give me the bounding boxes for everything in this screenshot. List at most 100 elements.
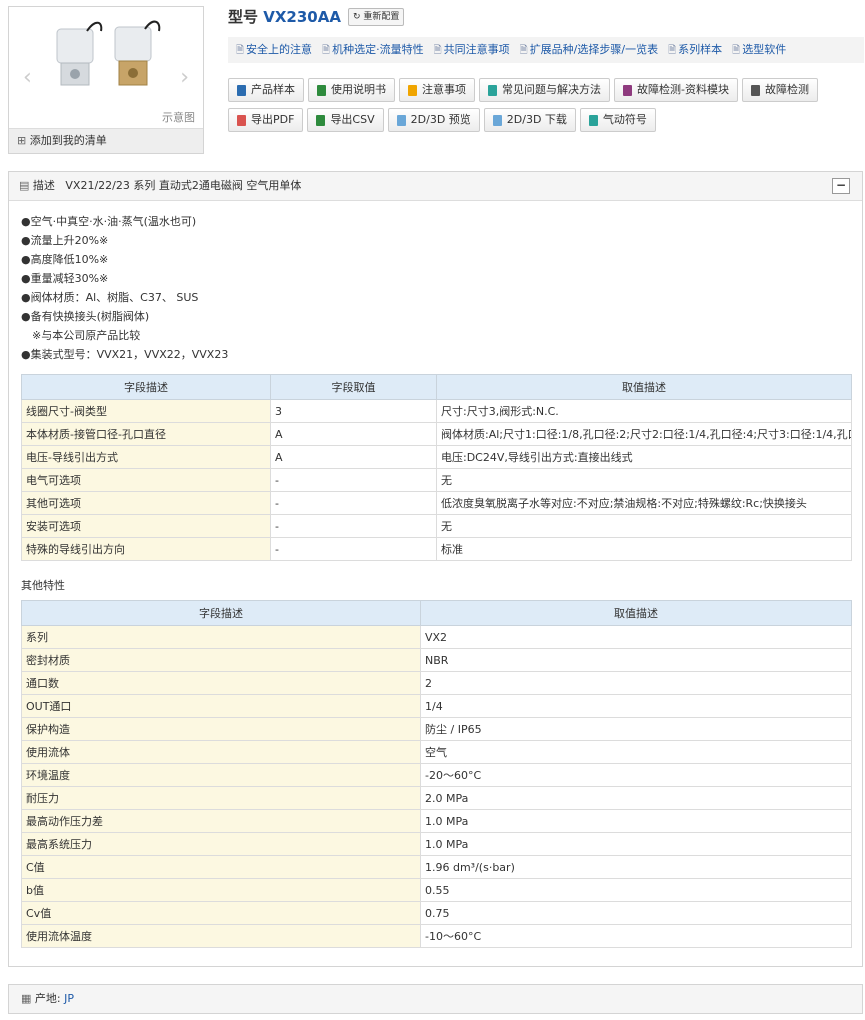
origin-label: 产地: (34, 992, 61, 1005)
doc-link[interactable]: 🗎 系列样本 (668, 43, 722, 56)
table-cell: 0.75 (420, 901, 852, 925)
toolbar-button[interactable]: 导出CSV (307, 108, 384, 132)
table-row: 通口数 2 (21, 671, 852, 695)
doc-link[interactable]: 🗎 选型软件 (732, 43, 786, 56)
toolbar-button-label: 故障检测-资料模块 (637, 83, 729, 96)
model-value: VX230AA (263, 8, 341, 26)
feature-item: ●阀体材质：Al、树脂、C37、 SUS (21, 291, 199, 304)
feature-item: ●高度降低10%※ (21, 253, 109, 266)
table-cell: 环境温度 (21, 763, 421, 787)
feature-item: ●重量减轻30%※ (21, 272, 109, 285)
table-header-row: 字段描述 字段取值 取值描述 (21, 374, 852, 400)
table-row: 保护构造 防尘 / IP65 (21, 717, 852, 741)
doc-link[interactable]: 🗎 安全上的注意 (236, 43, 312, 56)
table-row: b值 0.55 (21, 878, 852, 902)
table-cell: 耐压力 (21, 786, 421, 810)
table-cell: 系列 (21, 625, 421, 649)
column-header: 字段取值 (270, 374, 437, 400)
table-cell: 使用流体 (21, 740, 421, 764)
table-cell: 无 (436, 468, 852, 492)
toolbar-button[interactable]: 使用说明书 (308, 78, 395, 102)
toolbar-button[interactable]: 注意事项 (399, 78, 475, 102)
toolbar-button[interactable]: 故障检测-资料模块 (614, 78, 738, 102)
table-row: 最高动作压力差 1.0 MPa (21, 809, 852, 833)
spec-table: 字段描述 字段取值 取值描述 线圈尺寸-阀类型 3 尺寸:尺寸3,阀形式:N.C. 本体材质… (21, 374, 852, 561)
table-cell: 阀体材质:Al;尺寸1:口径:1/8,孔口径:2;尺寸2:口径:1/4,孔口径:… (436, 422, 852, 446)
toolbar-button-label: 产品样本 (251, 83, 295, 96)
table-cell: 电压:DC24V,导线引出方式:直接出线式 (436, 445, 852, 469)
column-header: 取值描述 (420, 600, 852, 626)
toolbar-button[interactable]: 故障检测 (741, 78, 818, 102)
add-to-list-button[interactable]: ⊞ 添加到我的清单 (9, 128, 203, 153)
origin-bar: ▦ 产地: JP (8, 984, 863, 1014)
toolbar-button[interactable]: 2D/3D 预览 (387, 108, 480, 132)
toolbar-button-label: 导出PDF (251, 113, 295, 126)
pdf-doc-icon: 🗎 (732, 45, 741, 56)
pdf-doc-icon: 🗎 (236, 45, 245, 56)
collapse-button[interactable]: − (832, 178, 850, 194)
document-icon: ▤ (19, 179, 30, 192)
feature-item: ●空气·中真空·水·油·蒸气(温水也可) (21, 215, 197, 228)
table-row: 密封材质 NBR (21, 648, 852, 672)
origin-icon: ▦ (21, 992, 32, 1005)
table-cell: C值 (21, 855, 421, 879)
toolbar-button[interactable]: 气动符号 (579, 108, 656, 132)
table-cell: 0.55 (420, 878, 852, 902)
reset-config-button[interactable]: ↻ 重新配置 (348, 8, 405, 26)
table-row: 系列 VX2 (21, 625, 852, 649)
table-cell: 低浓度臭氧脱离子水等对应:不对应;禁油规格:不对应;特殊螺纹:Rc;快换接头 (436, 491, 852, 515)
toolbar-button-label: 气动符号 (602, 113, 647, 126)
table-cell: 空气 (420, 740, 852, 764)
refresh-icon: ↻ (353, 12, 361, 22)
doc-link-label: 系列样本 (678, 43, 723, 56)
file-icon (237, 114, 246, 126)
table-row: 使用流体温度 -10～60°C (21, 924, 852, 948)
toolbar-button[interactable]: 导出PDF (228, 108, 304, 132)
table-row: 耐压力 2.0 MPa (21, 786, 852, 810)
table-row: Cv值 0.75 (21, 901, 852, 925)
column-header: 取值描述 (436, 374, 852, 400)
file-icon (588, 114, 598, 126)
toolbar-button[interactable]: 产品样本 (228, 78, 304, 102)
table-cell: 密封材质 (21, 648, 421, 672)
table-cell: 3 (270, 399, 437, 423)
table-cell: 其他可选项 (21, 491, 271, 515)
table-cell: - (270, 491, 437, 515)
file-icon (316, 114, 326, 126)
next-image-arrow-icon[interactable]: › (180, 65, 189, 90)
table-cell: 1.96 dm³/(s·bar) (420, 855, 852, 879)
table-cell: 最高动作压力差 (21, 809, 421, 833)
table-cell: 1.0 MPa (420, 832, 852, 856)
table-cell: 线圈尺寸-阀类型 (21, 399, 271, 423)
toolbar-button-label: 使用说明书 (331, 83, 386, 96)
table-cell: -10～60°C (420, 924, 852, 948)
pdf-doc-icon: 🗎 (519, 45, 528, 56)
product-photo (56, 20, 161, 86)
description-header: ▤ 描述 VX21/22/23 系列 直动式2通电磁阀 空气用单体 − (9, 172, 862, 201)
table-cell: OUT通口 (21, 694, 421, 718)
other-properties-table: 字段描述 取值描述 系列 VX2 密封材质 NBR 通口数 2 OUT通口 1/4 保护构造 防尘 /… (21, 600, 852, 948)
table-cell: 本体材质-接管口径-孔口直径 (21, 422, 271, 446)
reset-config-label: 重新配置 (363, 12, 400, 22)
table-row: C值 1.96 dm³/(s·bar) (21, 855, 852, 879)
description-heading: 描述 (32, 179, 55, 192)
table-row: 其他可选项 - 低浓度臭氧脱离子水等对应:不对应;禁油规格:不对应;特殊螺纹:Rc;… (21, 491, 852, 515)
toolbar-button[interactable]: 2D/3D 下载 (483, 108, 576, 132)
prev-image-arrow-icon[interactable]: ‹ (23, 65, 32, 90)
doc-link[interactable]: 🗎 机种选定·流量特性 (322, 43, 424, 56)
doc-link-label: 选型软件 (742, 43, 787, 56)
pdf-doc-icon: 🗎 (433, 45, 442, 56)
table-row: OUT通口 1/4 (21, 694, 852, 718)
table-cell: 无 (436, 514, 852, 538)
doc-link[interactable]: 🗎 扩展品种/选择步骤/一览表 (520, 43, 658, 56)
table-row: 本体材质-接管口径-孔口直径 A 阀体材质:Al;尺寸1:口径:1/8,孔口径:2;… (21, 422, 852, 446)
toolbar-button[interactable]: 常见问题与解决方法 (479, 78, 610, 102)
table-cell: 防尘 / IP65 (420, 717, 852, 741)
toolbar-button-label: 导出CSV (330, 113, 375, 126)
origin-value[interactable]: JP (64, 992, 74, 1005)
pdf-doc-icon: 🗎 (322, 45, 331, 56)
file-icon (750, 84, 760, 96)
add-to-list-label: 添加到我的清单 (29, 134, 107, 147)
toolbar-button-label: 故障检测 (764, 83, 809, 96)
doc-link[interactable]: 🗎 共同注意事项 (434, 43, 510, 56)
